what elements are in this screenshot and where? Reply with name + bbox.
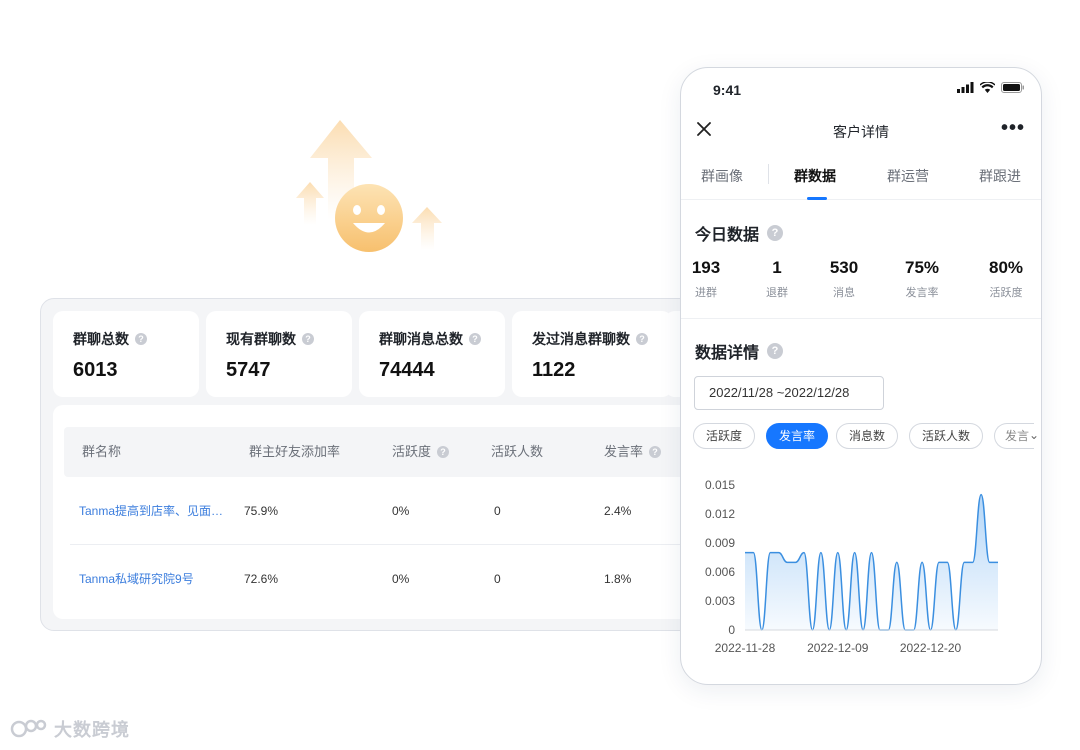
help-icon[interactable]: ? xyxy=(469,333,481,345)
kpi-label: 活跃度 xyxy=(989,287,1023,299)
chip-activity[interactable]: 活跃度 xyxy=(693,423,756,449)
help-icon[interactable]: ? xyxy=(135,333,147,345)
speak-rate-chart: 0.015 0.012 0.009 0.006 0.003 0 2022-11-28 2022… xyxy=(705,478,998,655)
table-row[interactable]: Tanma提高到店率、见面… 75.9% 0% 0 2.4% xyxy=(70,477,739,545)
active-tab-indicator xyxy=(807,197,827,200)
chevron-down-icon[interactable]: ⌄ xyxy=(1029,428,1039,442)
table-header: 群名称 群主好友添加率 活跃度? 活跃人数 发言率? xyxy=(64,427,739,477)
section-data-detail: 数据详情 ? xyxy=(695,339,784,363)
series-area xyxy=(745,494,998,630)
tab-group-profile[interactable]: 群画像 xyxy=(701,166,743,186)
column-header-group-name[interactable]: 群名称 xyxy=(82,427,121,477)
chip-active-users[interactable]: 活跃人数 xyxy=(909,423,984,449)
chip-message-count[interactable]: 消息数 xyxy=(836,423,899,449)
stat-value: 1122 xyxy=(532,359,576,381)
chip-speak-rate[interactable]: 发言率 xyxy=(766,423,829,449)
y-tick-label: 0 xyxy=(728,623,735,637)
x-tick-label: 2022-12-20 xyxy=(900,641,962,655)
tab-group-data[interactable]: 群数据 xyxy=(794,166,836,186)
watermark: 大数跨境 xyxy=(10,716,130,742)
help-icon[interactable]: ? xyxy=(437,446,450,458)
table-row[interactable]: Tanma私域研究院9号 72.6% 0% 0 1.8% xyxy=(70,545,739,613)
help-icon[interactable]: ? xyxy=(649,446,662,458)
tab-group-followup[interactable]: 群跟进 xyxy=(979,166,1021,186)
y-tick-label: 0.009 xyxy=(705,536,735,550)
kpi-label: 消息 xyxy=(833,287,855,299)
group-table: 群名称 群主好友添加率 活跃度? 活跃人数 发言率? Tanma提高到店率、见面… xyxy=(53,405,739,619)
column-header-friend-add-rate[interactable]: 群主好友添加率 xyxy=(249,427,340,477)
battery-icon xyxy=(1001,82,1024,93)
kpi-value: 80% xyxy=(988,258,1024,277)
table-cell: 2.4% xyxy=(604,504,632,518)
stat-value: 74444 xyxy=(379,359,435,381)
table-cell: 1.8% xyxy=(604,572,632,586)
section-today-data: 今日数据 ? xyxy=(695,221,784,245)
group-name-link[interactable]: Tanma私域研究院9号 xyxy=(79,545,229,613)
section-divider xyxy=(681,318,1041,319)
chip-speak[interactable]: 发言 xyxy=(994,423,1034,449)
tab-divider xyxy=(768,164,769,184)
table-cell: 0% xyxy=(392,572,410,586)
y-tick-label: 0.003 xyxy=(705,594,735,608)
help-icon[interactable]: ? xyxy=(767,343,784,359)
phone-customer-detail: 9:41 客户详情 ••• 群画像 群数据 群运营 群跟进 今日数据 ? 193… xyxy=(680,67,1042,685)
kpi-value: 193 xyxy=(691,258,721,277)
help-icon[interactable]: ? xyxy=(636,333,648,345)
kpi-label: 进群 xyxy=(695,287,717,299)
help-icon[interactable]: ? xyxy=(302,333,314,345)
y-tick-label: 0.012 xyxy=(705,507,735,521)
watermark-logo-icon xyxy=(10,719,47,738)
help-icon[interactable]: ? xyxy=(767,225,784,241)
header-label: 活跃度 xyxy=(392,444,432,459)
y-tick-label: 0.015 xyxy=(705,478,735,492)
column-header-activity[interactable]: 活跃度? xyxy=(392,427,450,477)
y-tick-label: 0.006 xyxy=(705,565,735,579)
kpi-activity: 80% 活跃度 xyxy=(971,258,1041,300)
table-cell: 0 xyxy=(494,572,501,586)
stat-value: 5747 xyxy=(226,359,271,381)
section-title: 今日数据 xyxy=(695,227,760,244)
signal-icon xyxy=(957,82,974,93)
kpi-value: 75% xyxy=(904,258,940,277)
header-label: 发言率 xyxy=(604,444,644,459)
wifi-icon xyxy=(980,82,995,93)
nav-bar: 客户详情 ••• xyxy=(681,110,1041,150)
stat-label: 发过消息群聊数 xyxy=(532,331,630,347)
stat-label: 群聊消息总数 xyxy=(379,331,463,347)
kpi-value: 530 xyxy=(829,258,859,277)
stat-card-total-messages: 群聊消息总数? 74444 xyxy=(359,311,505,397)
column-header-active-users[interactable]: 活跃人数 xyxy=(491,427,543,477)
kpi-label: 发言率 xyxy=(905,287,939,299)
watermark-text: 大数跨境 xyxy=(54,720,130,740)
x-tick-label: 2022-12-09 xyxy=(807,641,869,655)
table-cell: 75.9% xyxy=(244,504,279,518)
kpi-speak-rate: 75% 发言率 xyxy=(887,258,957,300)
more-icon[interactable]: ••• xyxy=(1001,117,1025,140)
table-cell: 0 xyxy=(494,504,501,518)
smiley-arrows-illustration xyxy=(296,120,442,252)
stat-value: 6013 xyxy=(73,359,118,381)
x-tick-label: 2022-11-28 xyxy=(715,641,776,655)
kpi-label: 退群 xyxy=(766,287,788,299)
date-range-picker[interactable]: 2022/11/28 ~2022/12/28 xyxy=(694,376,884,410)
kpi-join: 193 进群 xyxy=(681,258,741,300)
tab-group-operations[interactable]: 群运营 xyxy=(887,166,929,186)
kpi-messages: 530 消息 xyxy=(809,258,879,300)
table-cell: 0% xyxy=(392,504,410,518)
group-name-link[interactable]: Tanma提高到店率、见面… xyxy=(79,477,229,545)
stat-label: 现有群聊数 xyxy=(226,331,296,347)
table-cell: 72.6% xyxy=(244,572,279,586)
stat-card-active-groups: 发过消息群聊数? 1122 xyxy=(512,311,672,397)
kpi-value: 1 xyxy=(772,258,782,277)
stat-card-total-groups: 群聊总数? 6013 xyxy=(53,311,199,397)
status-time: 9:41 xyxy=(713,82,742,98)
stat-card-current-groups: 现有群聊数? 5747 xyxy=(206,311,352,397)
stat-label: 群聊总数 xyxy=(73,331,129,347)
nav-title: 客户详情 xyxy=(833,124,889,140)
tab-bar: 群画像 群数据 群运营 群跟进 xyxy=(681,150,1041,200)
column-header-speak-rate[interactable]: 发言率? xyxy=(604,427,662,477)
section-title: 数据详情 xyxy=(695,345,760,362)
group-stats-dashboard: 群聊总数? 6013 现有群聊数? 5747 群聊消息总数? 74444 发过消… xyxy=(40,298,740,631)
kpi-leave: 1 退群 xyxy=(742,258,812,300)
